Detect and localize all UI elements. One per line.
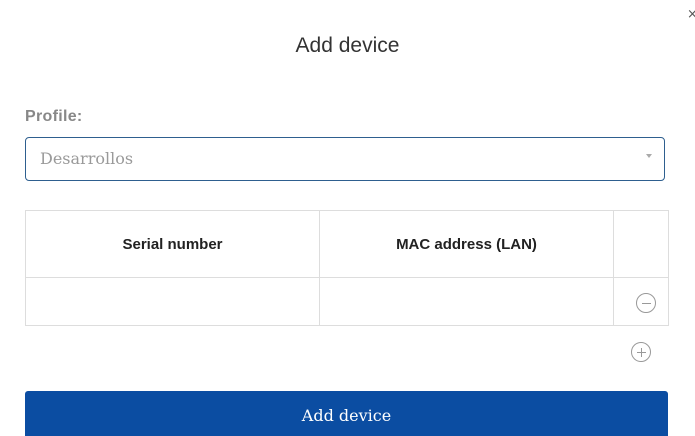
column-header-serial-number: Serial number: [25, 210, 320, 278]
table-row: [25, 277, 669, 326]
plus-circle-icon[interactable]: [631, 342, 651, 362]
table-header-row: Serial number MAC address (LAN): [25, 210, 669, 278]
row-action-cell: [613, 277, 669, 326]
devices-table: Serial number MAC address (LAN): [25, 210, 669, 326]
serial-number-cell[interactable]: [25, 277, 320, 326]
column-header-mac-address: MAC address (LAN): [319, 210, 614, 278]
minus-circle-icon[interactable]: [636, 293, 656, 313]
mac-address-cell[interactable]: [319, 277, 614, 326]
dialog-title: Add device: [295, 34, 400, 57]
close-icon[interactable]: ×: [687, 8, 695, 22]
chevron-down-icon: [646, 154, 652, 158]
add-device-button[interactable]: Add device: [25, 391, 668, 436]
column-header-actions: [613, 210, 669, 278]
add-device-dialog: × Add device Profile: Desarrollos Serial…: [0, 0, 695, 436]
profile-select[interactable]: Desarrollos: [25, 137, 665, 181]
profile-label: Profile:: [25, 108, 83, 125]
profile-select-value: Desarrollos: [40, 149, 134, 168]
